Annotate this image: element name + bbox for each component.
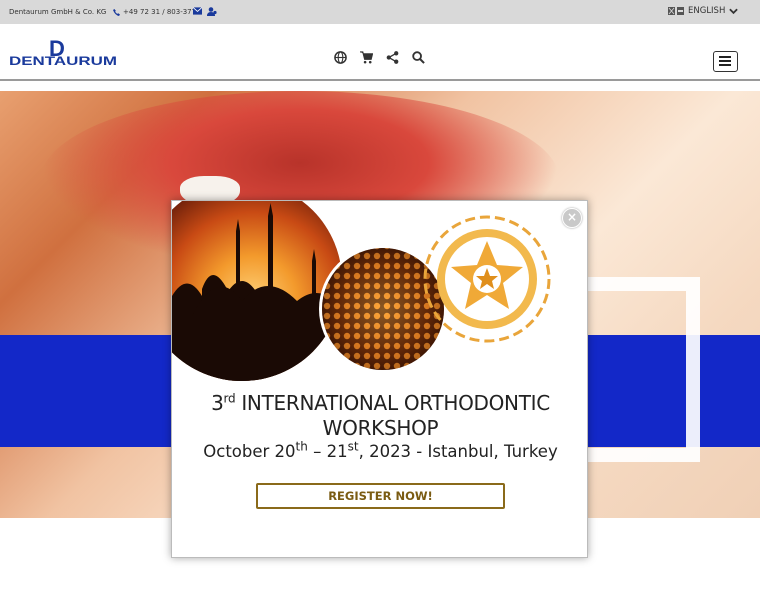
date-sup2: st	[347, 439, 359, 454]
chevron-down-icon	[729, 8, 739, 14]
phone-icon	[113, 8, 120, 16]
cart-icon[interactable]	[360, 51, 374, 64]
phone-link[interactable]: +49 72 31 / 803-377	[113, 8, 196, 16]
dentaurum-logo[interactable]: D DENTAURUM	[9, 39, 119, 69]
close-icon[interactable]: ×	[562, 208, 582, 228]
event-popup: × 3rd INTERNATIONAL ORTHODONTIC WORKSHOP…	[171, 200, 588, 558]
mail-icon[interactable]	[192, 7, 203, 17]
date-part3: , 2023 - Istanbul, Turkey	[358, 442, 558, 461]
hamburger-menu-icon[interactable]	[713, 51, 738, 72]
event-title: 3rd INTERNATIONAL ORTHODONTIC WORKSHOP	[172, 391, 587, 441]
event-date: October 20th – 21st, 2023 - Istanbul, Tu…	[172, 439, 587, 462]
date-sup1: th	[295, 439, 308, 454]
date-part1: October 20	[203, 442, 296, 461]
top-bar: Dentaurum GmbH & Co. KG +49 72 31 / 803-…	[0, 0, 760, 24]
flags-icon	[668, 7, 684, 15]
date-part2: – 21	[307, 442, 348, 461]
logo-text: DENTAURUM	[9, 56, 117, 68]
title-line2: WORKSHOP	[322, 416, 439, 440]
share-icon[interactable]	[386, 51, 399, 64]
istanbul-artwork	[172, 201, 551, 381]
company-name: Dentaurum GmbH & Co. KG	[9, 8, 107, 16]
site-header: D DENTAURUM	[0, 24, 760, 81]
globe-icon[interactable]	[334, 51, 347, 64]
title-suffix: rd	[223, 391, 236, 406]
search-icon[interactable]	[412, 51, 425, 64]
language-label: ENGLISH	[688, 6, 726, 16]
title-rest: INTERNATIONAL ORTHODONTIC	[235, 391, 550, 415]
register-now-button[interactable]: REGISTER NOW!	[256, 483, 505, 509]
header-icon-bar	[334, 51, 425, 64]
phone-number: +49 72 31 / 803-377	[123, 8, 197, 16]
title-number: 3	[211, 391, 224, 415]
user-icon[interactable]	[207, 7, 217, 18]
language-selector[interactable]: ENGLISH	[668, 6, 739, 16]
